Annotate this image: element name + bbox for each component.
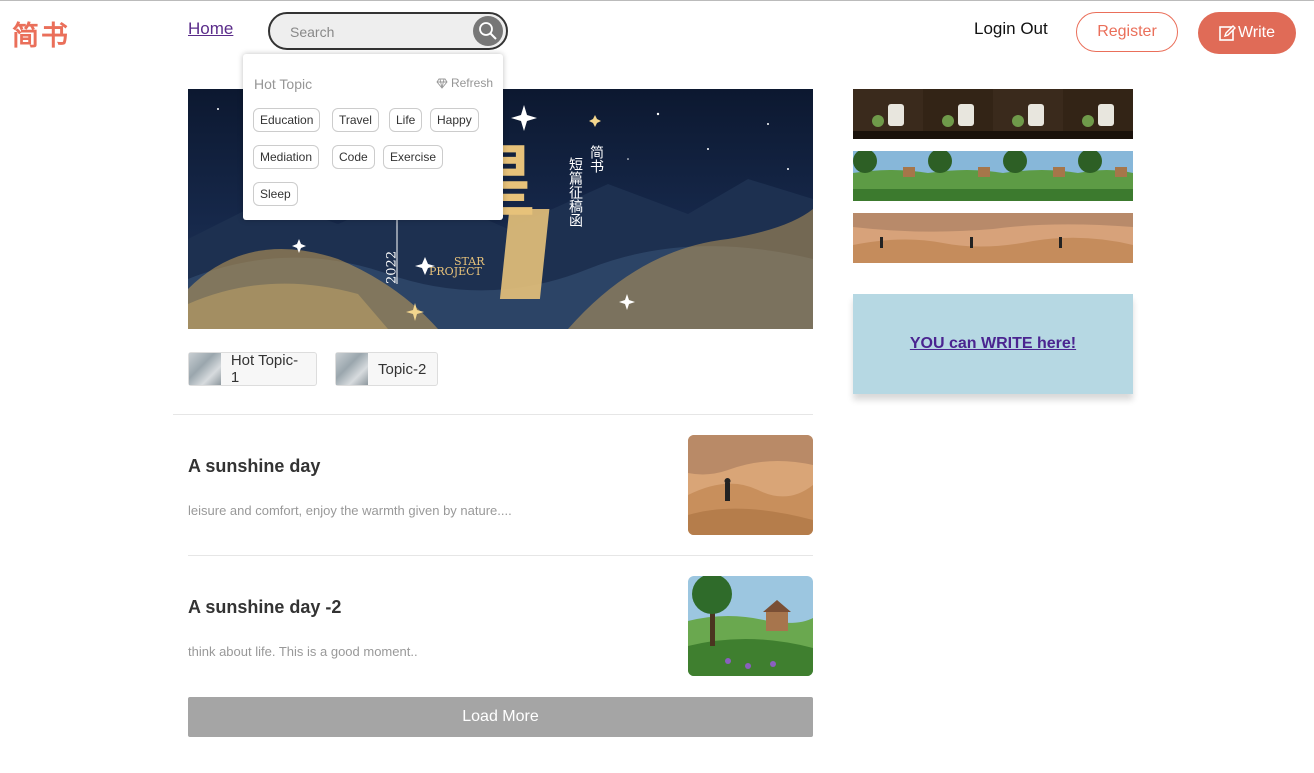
article-title[interactable]: A sunshine day [188, 456, 320, 477]
topic-thumbnail [336, 353, 368, 385]
tag-travel[interactable]: Travel [332, 108, 379, 132]
article-thumbnail-meadow[interactable] [688, 576, 813, 676]
article-thumbnail-desert[interactable] [688, 435, 813, 535]
refresh-label: Refresh [450, 76, 493, 90]
article-abstract: leisure and comfort, enjoy the warmth gi… [188, 503, 512, 518]
tag-mediation[interactable]: Mediation [253, 145, 320, 169]
tag-code[interactable]: Code [332, 145, 375, 169]
top-border [0, 0, 1314, 3]
nav-home-link[interactable]: Home [188, 19, 233, 39]
side-banner-desert[interactable] [853, 213, 1133, 263]
tag-life[interactable]: Life [389, 108, 423, 132]
article-title[interactable]: A sunshine day -2 [188, 597, 341, 618]
topic-label: Topic-2 [378, 360, 427, 378]
tag-education[interactable]: Education [253, 108, 321, 132]
refresh-button[interactable]: Refresh [436, 76, 493, 90]
tag-happy[interactable]: Happy [430, 108, 479, 132]
write-button-label: Write [1237, 24, 1276, 41]
topic-thumbnail [189, 353, 221, 385]
svg-text:PROJECT: PROJECT [429, 265, 483, 278]
dropdown-title: Hot Topic [254, 76, 313, 92]
divider [188, 555, 813, 556]
divider [173, 414, 813, 415]
svg-text:短篇征稿函: 短篇征稿函 [567, 157, 583, 227]
edit-icon [1219, 24, 1236, 41]
login-out-link[interactable]: Login Out [974, 19, 1048, 39]
search-button[interactable] [473, 16, 503, 46]
write-button[interactable]: Write [1198, 12, 1296, 54]
diamond-icon [436, 78, 448, 89]
search-icon [479, 22, 497, 40]
side-banner-tea[interactable] [853, 89, 1133, 139]
register-button[interactable]: Register [1076, 12, 1178, 52]
search-box [268, 12, 508, 50]
load-more-button[interactable]: Load More [188, 697, 813, 737]
topic-item[interactable]: Hot Topic-1 [188, 352, 317, 386]
write-here-card: YOU can WRITE here! [853, 294, 1133, 394]
topic-label: Hot Topic-1 [230, 352, 299, 386]
svg-text:简书: 简书 [588, 144, 604, 173]
search-input[interactable] [290, 22, 470, 42]
write-here-link[interactable]: YOU can WRITE here! [910, 335, 1076, 353]
topic-item[interactable]: Topic-2 [335, 352, 438, 386]
tag-exercise[interactable]: Exercise [383, 145, 444, 169]
logo[interactable]: 简书 [12, 14, 70, 53]
hot-topic-dropdown: Hot Topic Refresh Education Travel Life … [243, 54, 503, 220]
tag-sleep[interactable]: Sleep [253, 182, 298, 206]
article-abstract: think about life. This is a good moment.… [188, 644, 418, 659]
side-banner-meadow[interactable] [853, 151, 1133, 201]
